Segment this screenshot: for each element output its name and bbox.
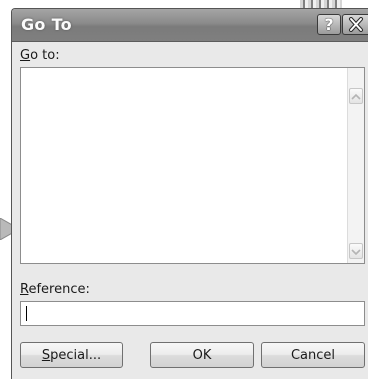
goto-list[interactable] — [20, 67, 365, 264]
help-icon: ? — [324, 14, 334, 34]
scroll-down-button[interactable] — [349, 243, 363, 259]
goto-label-text: o to: — [30, 48, 60, 63]
list-scrollbar[interactable] — [347, 68, 364, 263]
special-button-mnemonic: S — [41, 347, 51, 363]
goto-label: Go to: — [20, 48, 60, 63]
title-bar[interactable]: Go To ? — [12, 9, 368, 42]
chevron-down-icon — [351, 249, 361, 256]
text-caret — [26, 306, 27, 321]
help-button[interactable]: ? — [317, 14, 341, 35]
close-button[interactable] — [342, 14, 368, 35]
screen: Go To ? Go to: Reference: S pecial... OK… — [0, 0, 368, 379]
scroll-up-button[interactable] — [349, 88, 363, 104]
chevron-up-icon — [351, 93, 361, 100]
reference-label: Reference: — [20, 282, 90, 297]
goto-dialog: Go To ? Go to: Reference: S pecial... OK… — [11, 8, 368, 379]
reference-input[interactable] — [20, 301, 365, 326]
cancel-button[interactable]: Cancel — [261, 342, 365, 368]
special-button-label: pecial... — [50, 347, 102, 363]
dialog-title: Go To — [21, 15, 72, 34]
ok-button[interactable]: OK — [150, 342, 254, 368]
goto-label-mnemonic: G — [20, 48, 31, 63]
close-icon — [349, 17, 363, 32]
special-button[interactable]: Special... — [20, 342, 123, 368]
reference-label-text: eference: — [28, 282, 90, 297]
